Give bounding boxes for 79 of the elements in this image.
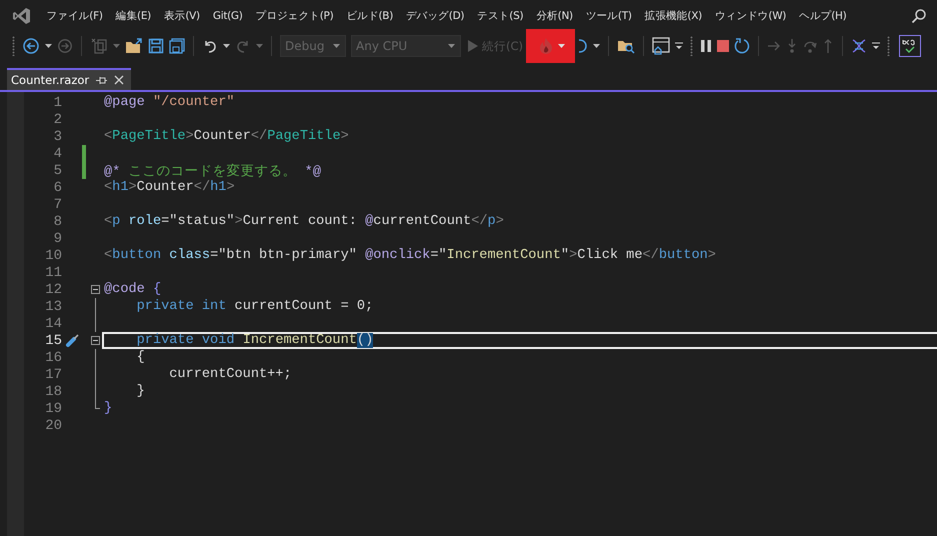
caret-icon[interactable] <box>45 44 52 48</box>
dna-icon[interactable] <box>851 38 868 54</box>
menu-item[interactable]: ツール(T) <box>579 9 638 23</box>
menu-item[interactable]: Git(G) <box>206 10 250 22</box>
code-line: private void IncrementCount() <box>136 333 374 348</box>
toolbar-grip[interactable] <box>690 36 694 56</box>
line-number: 1 <box>52 94 62 110</box>
menu-item[interactable]: プロジェクト(P) <box>249 9 340 23</box>
code-line: @page "/counter" <box>104 95 235 110</box>
code-line: } <box>104 401 112 416</box>
caret-icon[interactable] <box>593 44 600 48</box>
caret-icon <box>558 44 566 48</box>
collapse-icon[interactable] <box>90 336 100 345</box>
line-number: 20 <box>44 418 62 434</box>
line-number: 5 <box>52 162 62 178</box>
save-icon[interactable] <box>148 38 164 54</box>
code-line: <h1>Counter</h1> <box>104 180 235 195</box>
caret-icon <box>448 44 455 48</box>
code-line: } <box>136 384 145 399</box>
menu-item[interactable]: ヘルプ(H) <box>792 9 853 23</box>
play-icon <box>468 40 478 52</box>
line-number: 6 <box>52 180 62 196</box>
code-line: <button class="btn btn-primary" @onclick="IncrementCount">Click me</button> <box>104 248 716 263</box>
code-line: currentCount++; <box>168 367 292 382</box>
menu-item[interactable]: 分析(N) <box>530 9 580 23</box>
menu-item[interactable]: 編集(E) <box>109 9 158 23</box>
window-home-icon[interactable] <box>652 37 670 55</box>
logo-icon <box>12 6 32 26</box>
menu-item[interactable]: 表示(V) <box>157 9 206 23</box>
menu-item[interactable]: テスト(S) <box>470 9 530 23</box>
line-number: 13 <box>44 298 62 314</box>
line-number: 3 <box>52 128 62 144</box>
line-number: 9 <box>52 230 62 246</box>
flame-icon <box>538 37 554 55</box>
menu-item[interactable]: 拡張機能(X) <box>638 9 708 23</box>
collapse-icon[interactable] <box>90 285 100 294</box>
overflow-icon[interactable] <box>675 42 684 50</box>
folder-search-icon[interactable] <box>617 38 636 54</box>
tab-title: Counter.razor <box>11 73 90 87</box>
search-icon[interactable] <box>911 8 927 24</box>
spell-check-icon[interactable] <box>899 35 922 57</box>
overflow-icon[interactable] <box>872 42 880 50</box>
caret-icon[interactable] <box>223 44 230 48</box>
line-number: 19 <box>44 400 62 416</box>
code-line: @code { <box>104 282 162 297</box>
save-all-icon[interactable] <box>169 38 185 54</box>
line-number: 15 <box>44 332 62 348</box>
line-number: 10 <box>44 248 62 264</box>
code-line: { <box>136 350 145 365</box>
line-number: 7 <box>52 196 62 212</box>
caret-icon <box>333 44 340 48</box>
menu-item[interactable]: ウィンドウ(W) <box>708 9 793 23</box>
line-number: 16 <box>44 350 62 366</box>
pin-icon[interactable] <box>96 76 108 84</box>
folder-icon[interactable] <box>125 38 143 54</box>
line-number: 2 <box>52 112 62 128</box>
line-number: 18 <box>44 384 62 400</box>
code-line: <PageTitle>Counter</PageTitle> <box>104 129 349 144</box>
screwdriver-icon[interactable] <box>64 332 80 348</box>
restart-icon[interactable] <box>734 38 750 54</box>
line-number: 11 <box>44 264 62 280</box>
close-icon[interactable] <box>114 75 124 85</box>
menu-item[interactable]: ビルド(B) <box>340 9 400 23</box>
line-number: 8 <box>52 214 62 230</box>
code-line: @* ここのコードを変更する。 *@ <box>104 162 321 180</box>
stop-icon[interactable] <box>717 40 730 52</box>
file-tab[interactable]: Counter.razor <box>7 68 132 90</box>
toolbar-grip[interactable] <box>887 36 890 56</box>
toolbar-grip[interactable] <box>12 36 15 56</box>
menu-item[interactable]: デバッグ(D) <box>400 9 471 23</box>
code-line: <p role="status">Current count: @currentCount</p> <box>104 214 504 229</box>
line-number: 4 <box>52 146 62 162</box>
code-line: private int currentCount = 0; <box>136 299 374 314</box>
refresh-arc-icon[interactable] <box>578 38 588 54</box>
menu-item[interactable]: ファイル(F) <box>40 9 110 23</box>
pause-icon[interactable] <box>700 40 712 52</box>
line-number: 12 <box>44 282 62 298</box>
line-number: 14 <box>44 316 62 332</box>
line-number: 17 <box>44 366 62 382</box>
